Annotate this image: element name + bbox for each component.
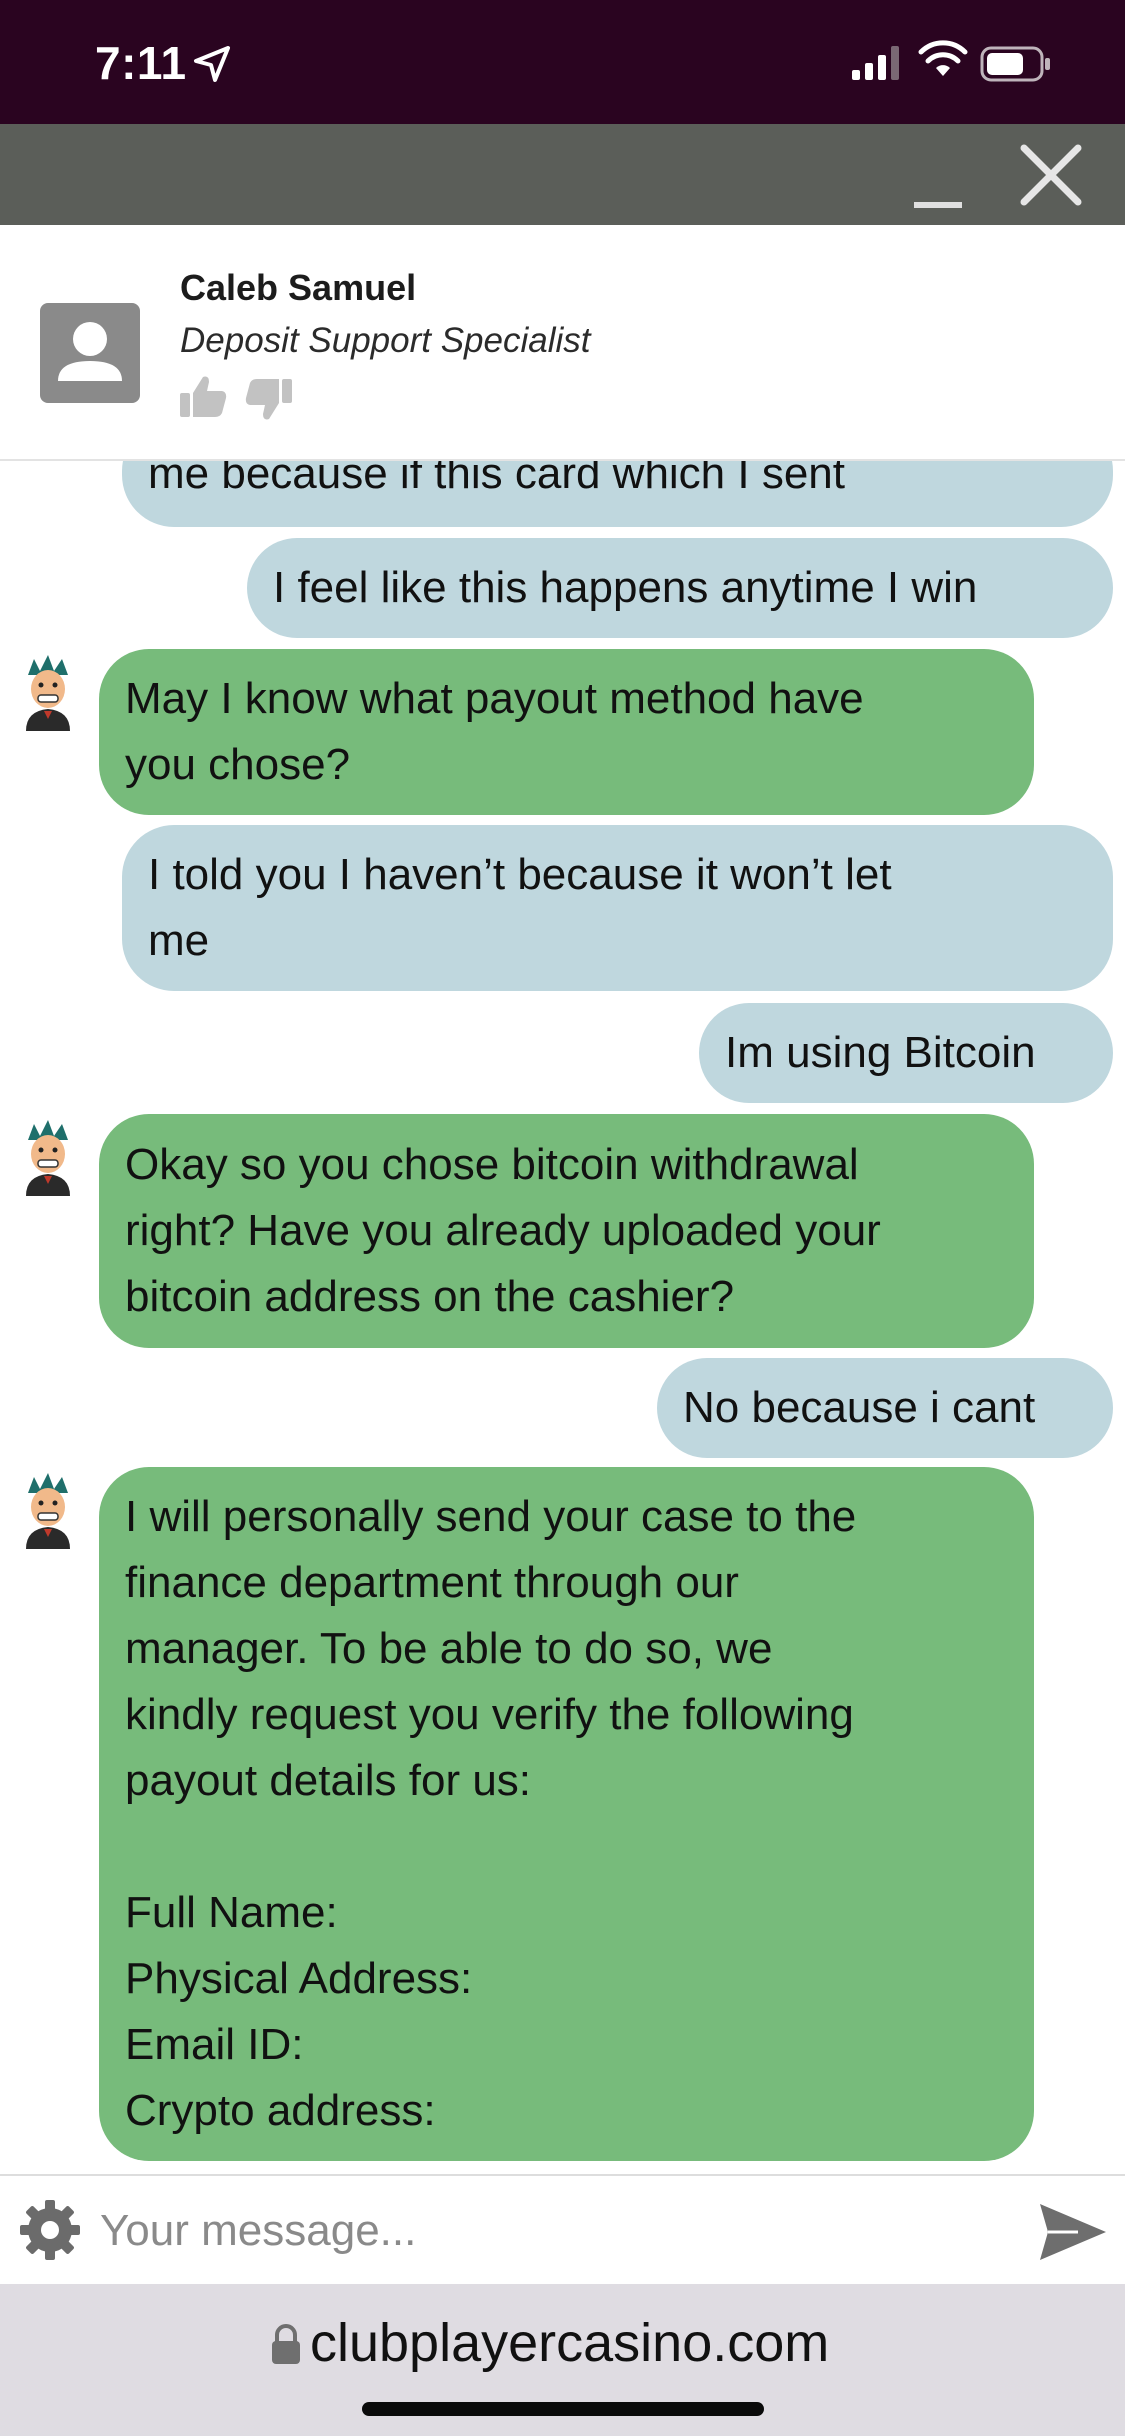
wifi-icon — [918, 40, 968, 76]
browser-address-bar: clubplayercasino.com — [0, 2284, 1125, 2436]
message-composer — [0, 2174, 1125, 2284]
user-message: me because if this card which I sent — [122, 461, 1113, 527]
status-bar: 7:11 — [0, 0, 1125, 124]
thumbs-down-button[interactable] — [244, 377, 294, 423]
send-icon[interactable] — [1038, 2202, 1108, 2262]
message-input[interactable] — [100, 2196, 1000, 2266]
agent-cartoon-avatar-icon — [26, 655, 70, 731]
agent-header: Caleb Samuel Deposit Support Specialist — [0, 225, 1125, 461]
agent-name: Caleb Samuel — [180, 267, 417, 308]
agent-message: May I know what payout method have you c… — [99, 649, 1034, 815]
user-message: I told you I haven’t because it won’t le… — [122, 825, 1113, 991]
agent-cartoon-avatar-icon — [26, 1120, 70, 1196]
minimize-button[interactable] — [906, 150, 970, 210]
status-time: 7:11 — [95, 37, 187, 89]
thumbs-up-button[interactable] — [178, 373, 228, 419]
agent-message: Okay so you chose bitcoin withdrawal rig… — [99, 1114, 1034, 1348]
user-message: Im using Bitcoin — [699, 1003, 1113, 1103]
cellular-signal-icon — [852, 46, 899, 80]
user-message: I feel like this happens anytime I win — [247, 538, 1113, 638]
close-button[interactable] — [1016, 144, 1086, 208]
location-arrow-icon — [194, 46, 230, 82]
user-silhouette-icon — [58, 322, 122, 381]
user-message: No because i cant — [657, 1358, 1113, 1458]
chat-app: 7:11 Caleb Samuel Deposit Support Specia… — [0, 0, 1125, 2436]
page-url[interactable]: clubplayercasino.com — [310, 2312, 829, 2374]
agent-cartoon-avatar-icon — [26, 1473, 70, 1549]
agent-role: Deposit Support Specialist — [180, 321, 591, 360]
home-indicator[interactable] — [362, 2402, 764, 2416]
agent-avatar-placeholder — [40, 303, 140, 403]
lock-icon — [272, 2324, 300, 2364]
battery-icon — [980, 46, 1050, 82]
agent-message: I will personally send your case to the … — [99, 1467, 1034, 2161]
chat-transcript[interactable]: me because if this card which I sent I f… — [0, 461, 1125, 2174]
gear-icon[interactable] — [18, 2198, 82, 2262]
